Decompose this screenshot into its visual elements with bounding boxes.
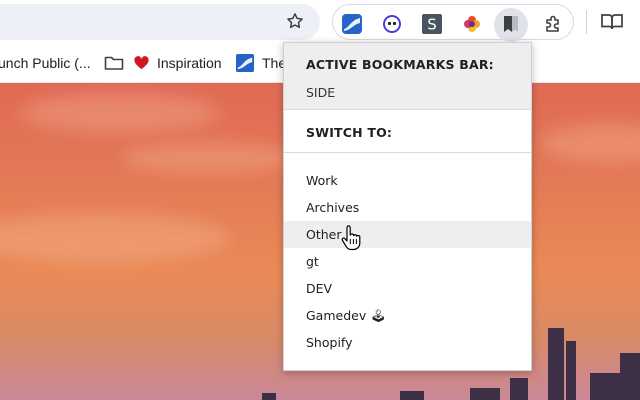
switch-item-gamedev[interactable]: Gamedev 🕹 (284, 302, 531, 329)
switch-item-shopify[interactable]: Shopify (284, 329, 531, 356)
bookmark-the[interactable]: The (236, 53, 286, 73)
svg-text:S: S (427, 16, 437, 34)
extensions-area: S (332, 4, 574, 42)
item-label: DEV (306, 281, 333, 296)
ext-blue-wave-icon[interactable] (342, 14, 362, 34)
switch-item-other[interactable]: Other (284, 221, 531, 248)
item-label: Shopify (306, 335, 353, 350)
bookmark-label: Inspiration (157, 55, 222, 71)
active-value: SIDE (306, 85, 336, 100)
bookmark-folder[interactable] (104, 53, 132, 73)
switch-item-gt[interactable]: gt (284, 248, 531, 275)
switch-heading: SWITCH TO: (306, 125, 393, 140)
bookmark-inspiration[interactable]: Inspiration (134, 53, 222, 73)
switch-item-work[interactable]: Work (284, 167, 531, 194)
bookmarks-switcher-popup: ACTIVE BOOKMARKS BAR: SIDE SWITCH TO: Wo… (283, 42, 532, 371)
divider (284, 152, 531, 153)
blue-wave-icon (236, 54, 254, 72)
item-label: Gamedev 🕹 (306, 307, 387, 323)
folder-icon (104, 55, 124, 71)
bookmark-label: unch Public (... (0, 55, 91, 71)
ext-face-icon[interactable] (382, 14, 402, 34)
address-bar[interactable] (0, 4, 320, 40)
ext-s-icon[interactable]: S (422, 14, 442, 34)
heart-icon (134, 56, 149, 70)
switch-item-archives[interactable]: Archives (284, 194, 531, 221)
browser-toolbar: S (0, 0, 640, 44)
bookmark-item[interactable]: unch Public (... (0, 53, 91, 73)
star-icon[interactable] (284, 10, 306, 32)
item-label: Work (306, 173, 338, 188)
active-heading: ACTIVE BOOKMARKS BAR: (306, 57, 494, 72)
switch-item-dev[interactable]: DEV (284, 275, 531, 302)
toolbar-separator (586, 10, 587, 34)
divider (284, 109, 531, 110)
item-label: Archives (306, 200, 360, 215)
item-label: gt (306, 254, 319, 269)
puzzle-icon[interactable] (543, 14, 563, 34)
item-label: Other (306, 227, 342, 242)
hand-cursor-icon (340, 225, 362, 251)
reading-list-icon[interactable] (600, 10, 624, 34)
ext-bookmark-switch-icon[interactable] (501, 14, 521, 34)
ext-flower-icon[interactable] (462, 14, 482, 34)
